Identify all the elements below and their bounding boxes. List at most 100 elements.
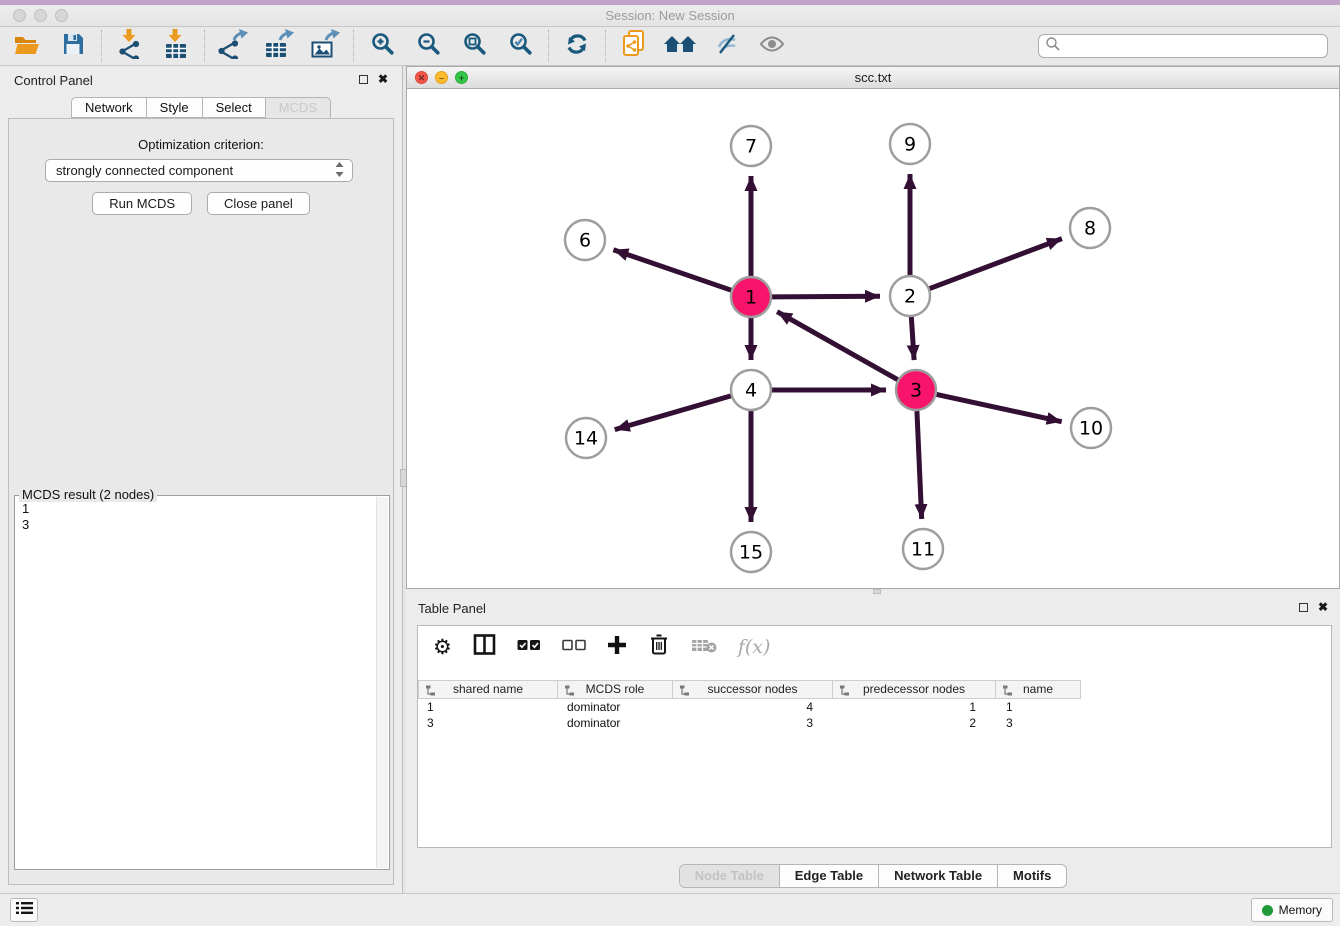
tab-network[interactable]: Network [71,97,147,118]
graph-edge-3-11[interactable] [917,411,922,519]
close-panel-icon[interactable]: ✖ [378,73,388,85]
zoom-in-button[interactable] [367,31,397,61]
table-cell[interactable]: dominator [558,715,673,731]
export-table-button[interactable] [264,31,294,61]
graph-node-4[interactable]: 4 [731,370,771,410]
graph-node-11[interactable]: 11 [903,529,943,569]
table-cell[interactable]: 1 [833,699,996,715]
task-history-button[interactable] [10,898,38,922]
import-network-button[interactable] [115,31,145,61]
graph-node-9[interactable]: 9 [890,124,930,164]
show-all-button[interactable] [757,31,787,61]
zoom-fit-button[interactable] [459,31,489,61]
graph-node-15[interactable]: 15 [731,532,771,572]
graph-edge-3-10[interactable] [937,394,1062,421]
table-cell[interactable]: 1 [418,699,558,715]
network-window-title: scc.txt [407,67,1339,89]
table-cell[interactable]: 3 [673,715,833,731]
network-canvas[interactable]: 1 2 3 4 6 7 8 9 10 11 14 15 [407,89,1339,588]
graph-edge-2-3[interactable] [911,317,914,360]
graph-edge-1-2[interactable] [772,296,880,297]
column-header-successor-nodes[interactable]: successor nodes [673,680,833,699]
graph-node-1[interactable]: 1 [731,277,771,317]
svg-text:15: 15 [739,542,763,564]
window-title: Session: New Session [0,8,1340,23]
table-panel: Table Panel ✖ ⚙ [406,594,1340,893]
zoom-selected-button[interactable] [505,31,535,61]
column-header-mcds-role[interactable]: MCDS role [558,680,673,699]
column-header-predecessor-nodes[interactable]: predecessor nodes [833,680,996,699]
table-cell[interactable]: 3 [996,715,1081,731]
hide-selected-button[interactable] [711,31,741,61]
graph-node-10[interactable]: 10 [1071,408,1111,448]
open-session-button[interactable] [12,31,42,61]
graph-node-7[interactable]: 7 [731,126,771,166]
function-builder-icon[interactable]: f(x) [738,636,771,658]
dropdown-stepper-icon [335,162,344,180]
tab-mcds[interactable]: MCDS [266,97,331,118]
column-header-shared-name[interactable]: shared name [418,680,558,699]
network-window-titlebar[interactable]: ✕ – + scc.txt [407,67,1339,89]
search-input[interactable] [1061,38,1321,55]
network-minimize-button[interactable]: – [435,71,448,84]
delete-columns-icon[interactable] [648,633,670,661]
table-cell[interactable]: 2 [833,715,996,731]
export-image-button[interactable] [310,31,340,61]
graph-edge-4-14[interactable] [615,396,731,430]
graph-node-2[interactable]: 2 [890,276,930,316]
graph-node-8[interactable]: 8 [1070,208,1110,248]
table-cell[interactable]: dominator [558,699,673,715]
graph-edge-3-1[interactable] [777,312,898,380]
graph-node-3[interactable]: 3 [896,370,936,410]
save-session-button[interactable] [58,31,88,61]
export-network-button[interactable] [218,31,248,61]
import-table-button[interactable] [161,31,191,61]
svg-text:9: 9 [904,134,916,156]
search-field[interactable] [1038,34,1328,58]
float-panel-icon[interactable] [359,75,368,84]
tab-network-table[interactable]: Network Table [878,865,997,887]
tab-style[interactable]: Style [147,97,203,118]
network-close-button[interactable]: ✕ [415,71,428,84]
column-header-name[interactable]: name [996,680,1081,699]
delete-table-icon[interactable] [691,637,717,658]
mcds-result-text[interactable]: 1 3 [22,501,29,533]
toolbar-separator [101,30,102,62]
memory-button[interactable]: Memory [1251,898,1333,922]
table-row[interactable]: 1dominator411 [418,699,1331,715]
float-panel-icon[interactable] [1299,603,1308,612]
tab-select[interactable]: Select [203,97,266,118]
network-graph[interactable]: 1 2 3 4 6 7 8 9 10 11 14 15 [407,89,1339,588]
criterion-dropdown[interactable]: strongly connected component [45,159,353,182]
network-maximize-button[interactable]: + [455,71,468,84]
clone-network-button[interactable] [619,31,649,61]
control-panel: Control Panel ✖ NetworkStyleSelectMCDS O… [0,66,402,893]
apply-layout-button[interactable] [562,31,592,61]
first-neighbors-button[interactable] [665,31,695,61]
tab-node-table[interactable]: Node Table [680,865,779,887]
unselect-all-columns-icon[interactable] [562,638,586,656]
zoom-in-icon [370,31,395,61]
select-all-columns-icon[interactable] [517,638,541,656]
graph-edge-2-8[interactable] [930,239,1062,289]
close-panel-icon[interactable]: ✖ [1318,601,1328,613]
table-cell[interactable]: 4 [673,699,833,715]
tab-motifs[interactable]: Motifs [997,865,1066,887]
clone-network-icon [620,29,648,64]
table-cell[interactable]: 3 [418,715,558,731]
table-body: 1dominator4113dominator323 [418,699,1331,731]
run-mcds-button[interactable]: Run MCDS [92,192,192,215]
table-mode-gear-icon[interactable]: ⚙ [433,637,452,658]
graph-node-14[interactable]: 14 [566,418,606,458]
show-columns-icon[interactable] [473,633,496,661]
graph-edge-1-6[interactable] [613,250,731,290]
close-panel-button[interactable]: Close panel [207,192,310,215]
table-row[interactable]: 3dominator323 [418,715,1331,731]
create-column-icon[interactable] [607,635,627,660]
result-scrollbar[interactable] [376,497,388,868]
tab-edge-table[interactable]: Edge Table [779,865,878,887]
graph-node-6[interactable]: 6 [565,220,605,260]
zoom-out-button[interactable] [413,31,443,61]
table-cell[interactable]: 1 [996,699,1081,715]
accent-strip [0,0,1340,5]
